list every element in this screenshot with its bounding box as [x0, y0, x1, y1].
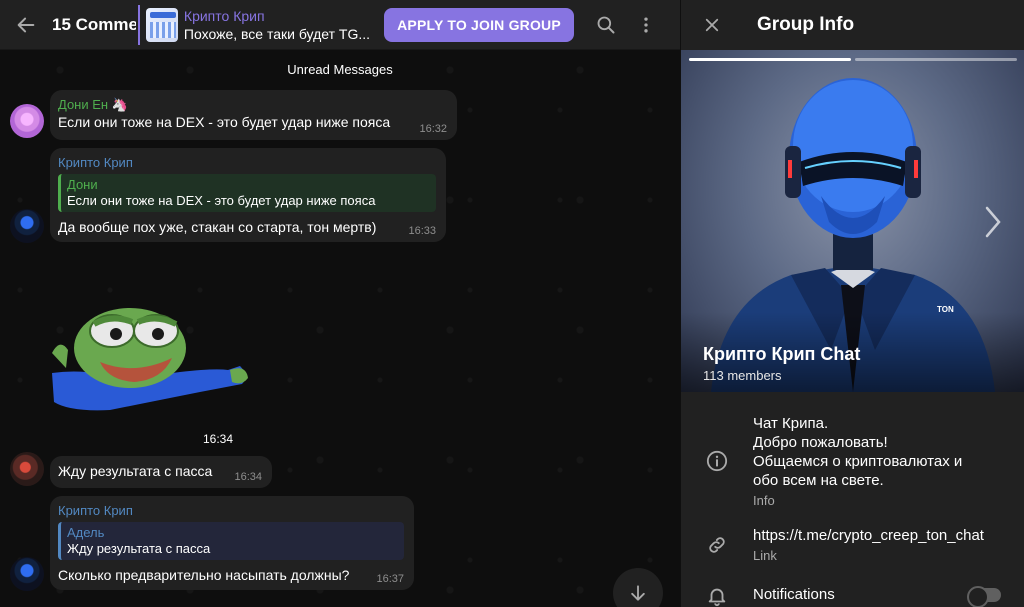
reply-quote[interactable]: Дони Если они тоже на DEX - это будет уд… [58, 174, 436, 212]
sticker-time: 16:34 [203, 432, 234, 446]
chat-area: 15 Comme Крипто Крип Похоже, все таки бу… [0, 0, 680, 607]
pinned-thumbnail [146, 7, 178, 42]
close-button[interactable] [681, 0, 743, 50]
avatar[interactable] [10, 452, 44, 486]
info-row[interactable]: Чат Крипа. Добро пожаловать! Общаемся о … [681, 414, 1024, 508]
info-icon [706, 450, 728, 472]
message-bubble[interactable]: Крипто Крип Дони Если они тоже на DEX - … [50, 148, 446, 242]
avatar[interactable] [10, 209, 44, 243]
reply-sender: Адель [67, 525, 105, 540]
group-description-line: Добро пожаловать! [753, 434, 888, 451]
message-time: 16:32 [419, 123, 447, 135]
pinned-preview: Похоже, все таки будет TG... [183, 25, 370, 42]
photo-progress [855, 58, 1017, 61]
back-button[interactable] [0, 0, 52, 50]
group-info-panel: Group Info TON Крипто Крип Chat 113 memb… [680, 0, 1024, 607]
notifications-toggle[interactable] [967, 586, 1001, 607]
more-button[interactable] [626, 0, 666, 50]
search-icon [597, 16, 615, 33]
panel-header: Group Info [681, 0, 1024, 50]
group-description-line: Общаемся о криптовалютах и [753, 453, 963, 470]
message-text: Сколько предварительно насыпать должны? [58, 567, 350, 583]
reply-quote[interactable]: Адель Жду результата с пасса [58, 522, 404, 560]
reply-text: Жду результата с пасса [67, 541, 211, 556]
photo-progress-active [689, 58, 851, 61]
message-text: Да вообще пох уже, стакан со старта, тон… [58, 219, 377, 235]
message-text: Если они тоже на DEX - это будет удар ни… [58, 114, 391, 130]
group-photo[interactable]: TON Крипто Крип Chat 113 members [681, 50, 1024, 392]
avatar[interactable] [10, 104, 44, 138]
message-time: 16:34 [234, 471, 262, 483]
reply-sender: Дони [67, 177, 98, 192]
message-sender[interactable]: Дони Ен 🦄 [58, 96, 447, 113]
more-vertical-icon [644, 17, 648, 32]
next-photo-button[interactable] [977, 202, 1007, 242]
message-bubble[interactable]: Жду результата с пасса 16:34 [50, 456, 272, 488]
message-bubble[interactable]: Крипто Крип Адель Жду результата с пасса… [50, 496, 414, 590]
link-icon [709, 537, 725, 553]
chat-header: 15 Comme Крипто Крип Похоже, все таки бу… [0, 0, 680, 50]
message-text: Жду результата с пасса [58, 463, 213, 479]
message-bubble[interactable]: Дони Ен 🦄 Если они тоже на DEX - это буд… [50, 90, 457, 140]
member-count: 113 members [703, 368, 782, 383]
scroll-down-button[interactable] [613, 568, 663, 607]
info-label: Info [753, 493, 775, 508]
close-icon [705, 18, 719, 32]
pinned-sender: Крипто Крип [183, 7, 265, 24]
reply-text: Если они тоже на DEX - это будет удар ни… [67, 193, 376, 208]
link-row[interactable]: https://t.me/crypto_creep_ton_chat Link [681, 526, 1024, 563]
group-name: Крипто Крип Chat [703, 344, 861, 364]
chevron-right-icon [985, 206, 1001, 238]
notifications-row[interactable]: Notifications [681, 585, 1024, 607]
message-sender[interactable]: Крипто Крип [58, 154, 436, 171]
pinned-message[interactable]: Крипто Крип Похоже, все таки будет TG... [138, 4, 370, 45]
pepe-sticker[interactable] [50, 298, 250, 413]
avatar[interactable] [10, 557, 44, 591]
topic-title[interactable]: 15 Comme [52, 15, 136, 35]
group-link[interactable]: https://t.me/crypto_creep_ton_chat [753, 526, 1024, 545]
arrow-down-icon [631, 585, 645, 601]
panel-title: Group Info [757, 14, 855, 35]
bell-icon [708, 588, 726, 607]
message-time: 16:33 [408, 225, 436, 237]
search-button[interactable] [586, 0, 626, 50]
group-description-line: Чат Крипа. [753, 415, 829, 432]
apply-to-join-button[interactable]: APPLY TO JOIN GROUP [384, 7, 574, 42]
group-description-line: обо всем на свете. [753, 472, 884, 489]
link-label: Link [753, 548, 777, 563]
unread-messages-divider: Unread Messages [287, 62, 393, 77]
back-arrow-icon [17, 17, 35, 32]
message-time: 16:37 [376, 573, 404, 585]
message-sender[interactable]: Крипто Крип [58, 502, 404, 519]
